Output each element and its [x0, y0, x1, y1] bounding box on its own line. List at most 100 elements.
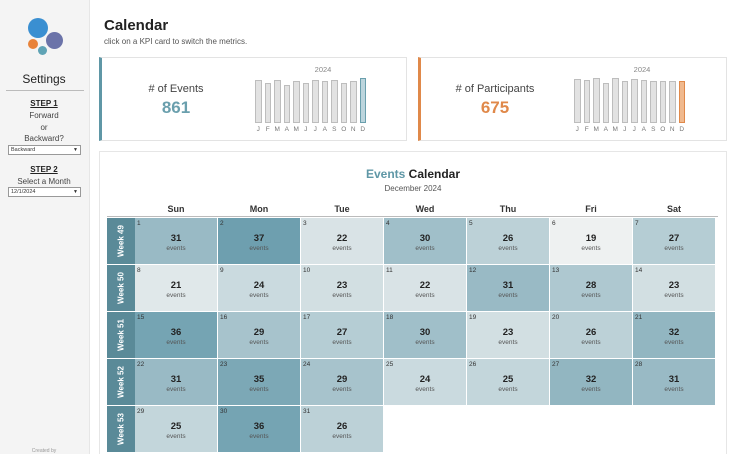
week-label: Week 53 [107, 406, 135, 452]
calendar-day-cell[interactable]: 8 21 events [135, 265, 217, 311]
day-event-count: 25 [170, 421, 182, 432]
day-number: 11 [386, 267, 393, 274]
calendar-day-cell[interactable]: 14 23 events [633, 265, 715, 311]
calendar-day-cell[interactable]: 11 22 events [384, 265, 466, 311]
calendar-day-cell[interactable]: 31 26 events [301, 406, 383, 452]
day-unit-label: events [332, 339, 352, 346]
created-by-text: Created by [31, 448, 57, 454]
week-label: Week 51 [107, 312, 135, 358]
sparkline-month-label: J [632, 126, 636, 133]
sparkline-month-label: N [669, 126, 675, 133]
week-label-text: Week 49 [116, 225, 126, 257]
day-unit-label: events [664, 339, 684, 346]
app-logo [26, 17, 66, 57]
day-unit-label: events [249, 339, 269, 346]
sparkline-bar [283, 84, 290, 123]
calendar-day-cell[interactable]: 20 26 events [550, 312, 632, 358]
day-number: 14 [635, 267, 643, 274]
day-unit-label: events [664, 245, 684, 252]
calendar-day-cell[interactable]: 1 31 events [135, 218, 217, 264]
day-unit-label: events [332, 386, 352, 393]
day-unit-label: events [332, 292, 352, 299]
calendar-day-cell[interactable]: 16 29 events [218, 312, 300, 358]
calendar-day-cell[interactable]: 12 31 events [467, 265, 549, 311]
day-number: 12 [469, 267, 477, 274]
calendar-day-cell[interactable]: 19 23 events [467, 312, 549, 358]
calendar-day-cell[interactable]: 6 19 events [550, 218, 632, 264]
week-label-text: Week 50 [116, 272, 126, 304]
calendar-day-cell[interactable]: 4 30 events [384, 218, 466, 264]
calendar-day-cell[interactable]: 28 31 events [633, 359, 715, 405]
day-unit-label: events [332, 245, 352, 252]
day-unit-label: events [166, 339, 186, 346]
calendar-day-cell[interactable]: 3 22 events [301, 218, 383, 264]
day-event-count: 21 [170, 280, 182, 291]
sparkline-month-label: S [651, 126, 656, 133]
calendar-day-cell[interactable]: 24 29 events [301, 359, 383, 405]
day-number: 10 [303, 267, 311, 274]
day-event-count: 31 [502, 280, 514, 291]
calendar-day-cell[interactable]: 25 24 events [384, 359, 466, 405]
calendar-day-cell[interactable]: 13 28 events [550, 265, 632, 311]
calendar-day-cell[interactable]: 17 27 events [301, 312, 383, 358]
week-label-text: Week 51 [116, 319, 126, 351]
sparkline-bar [312, 80, 319, 123]
participants-sparkline-months: JFMAMJJASOND [574, 126, 710, 133]
day-number: 1 [137, 220, 141, 227]
calendar-day-cell[interactable]: 2 37 events [218, 218, 300, 264]
day-number: 23 [220, 361, 228, 368]
day-number: 28 [635, 361, 643, 368]
calendar-title-rest: Calendar [408, 167, 461, 181]
day-number: 30 [220, 408, 228, 415]
sparkline-month-label: O [660, 126, 666, 133]
day-event-count: 25 [502, 374, 514, 385]
direction-select[interactable]: Backward ▼ [8, 145, 81, 155]
day-event-count: 23 [502, 327, 514, 338]
calendar-day-cell[interactable]: 15 36 events [135, 312, 217, 358]
calendar-day-cell[interactable]: 5 26 events [467, 218, 549, 264]
sparkline-bar [612, 78, 619, 123]
day-event-count: 28 [585, 280, 597, 291]
participants-sparkline [574, 76, 710, 123]
day-number: 15 [137, 314, 145, 321]
calendar-day-cell[interactable]: 7 27 events [633, 218, 715, 264]
chevron-down-icon: ▼ [73, 147, 78, 153]
day-number: 4 [386, 220, 390, 227]
day-number: 19 [469, 314, 477, 321]
kpi-card-events[interactable]: # of Events 861 2024 JFMAMJJASOND [99, 57, 407, 141]
kpi-label: # of Events [148, 83, 204, 95]
day-number: 24 [303, 361, 311, 368]
calendar-header-divider [107, 216, 718, 217]
day-event-count: 26 [502, 233, 514, 244]
day-unit-label: events [498, 292, 518, 299]
logo-dot-blue [28, 18, 48, 38]
day-number: 26 [469, 361, 477, 368]
sparkline-bar [331, 80, 338, 123]
sparkline-bar [631, 78, 638, 123]
calendar-day-cell[interactable]: 29 25 events [135, 406, 217, 452]
day-number: 29 [137, 408, 145, 415]
calendar-day-cell[interactable]: 18 30 events [384, 312, 466, 358]
calendar-day-cell[interactable]: 9 24 events [218, 265, 300, 311]
sparkline-year: 2024 [633, 65, 651, 74]
kpi-card-participants[interactable]: # of Participants 675 2024 JFMAMJJASOND [418, 57, 727, 141]
sparkline-bar [669, 81, 676, 123]
sparkline-month-label: M [293, 126, 299, 133]
calendar-day-cell[interactable]: 30 36 events [218, 406, 300, 452]
calendar-day-cell[interactable]: 21 32 events [633, 312, 715, 358]
sparkline-bar [602, 83, 609, 123]
week-label: Week 52 [107, 359, 135, 405]
day-unit-label: events [664, 292, 684, 299]
day-number: 25 [386, 361, 394, 368]
sparkline-bar [593, 78, 600, 123]
day-event-count: 32 [585, 374, 597, 385]
calendar-title: Events Calendar [99, 167, 727, 181]
calendar-day-cell[interactable]: 27 32 events [550, 359, 632, 405]
month-select[interactable]: 12/1/2024 ▼ [8, 187, 81, 197]
kpi-value: 675 [480, 98, 510, 117]
calendar-day-cell[interactable]: 10 23 events [301, 265, 383, 311]
calendar-day-cell[interactable]: 26 25 events [467, 359, 549, 405]
calendar-day-cell[interactable]: 23 35 events [218, 359, 300, 405]
logo-dot-purple [46, 32, 63, 49]
calendar-day-cell[interactable]: 22 31 events [135, 359, 217, 405]
